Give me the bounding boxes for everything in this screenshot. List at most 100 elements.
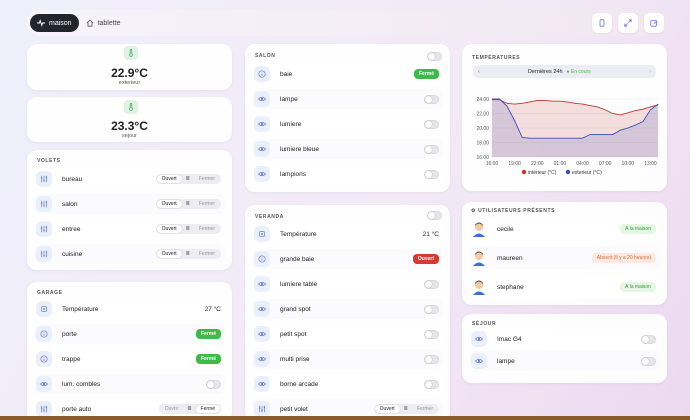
device-row-trappe[interactable]: trappe Fermé	[34, 349, 225, 369]
open-button[interactable]: Ouvert	[374, 405, 400, 413]
user-row[interactable]: cecile A la maison	[469, 218, 660, 240]
fullscreen-button[interactable]	[618, 13, 638, 33]
device-row-lampe[interactable]: lampe	[252, 89, 443, 109]
next-period-button[interactable]: ›	[649, 69, 651, 75]
device-toggle[interactable]	[424, 144, 439, 154]
device-row-borne-arcade[interactable]: borne arcade	[252, 374, 443, 394]
presence-badge: A la maison	[620, 224, 656, 234]
device-row-baie[interactable]: baie Fermé	[252, 64, 443, 84]
device-control	[424, 304, 439, 314]
salon-card: SALON baie Fermé lampe lumiere lumiere bleue…	[245, 44, 450, 192]
top-bar: maison tablette	[27, 10, 667, 36]
data-point	[642, 108, 644, 110]
sensor-icon	[254, 226, 270, 242]
slider-icon	[36, 196, 52, 212]
data-point	[499, 98, 500, 100]
avatar	[471, 221, 487, 237]
close-button[interactable]: Fermer	[412, 405, 438, 413]
stop-button[interactable]: ≣	[182, 200, 194, 208]
device-control	[424, 279, 439, 289]
open-button[interactable]: Ouvert	[156, 225, 182, 233]
open-button[interactable]: Ouvert	[156, 250, 182, 258]
device-row-multi-prise[interactable]: multi prise	[252, 349, 443, 369]
device-control: 27 °C	[205, 306, 221, 313]
device-row-cuisine[interactable]: cuisine Ouvert ≣ Fermer	[34, 244, 225, 264]
open-close-control: Ouvert ≣ Fermer	[155, 199, 221, 209]
device-toggle[interactable]	[424, 354, 439, 364]
device-row-salon[interactable]: salon Ouvert ≣ Fermer	[34, 194, 225, 214]
sensor-card-sejour[interactable]: 23.3°C sejour	[27, 97, 232, 142]
user-status: A la maison	[620, 224, 656, 234]
stop-button[interactable]: ≣	[183, 405, 195, 413]
close-button[interactable]: Fermer	[194, 225, 220, 233]
avatar	[471, 279, 487, 295]
open-button[interactable]: Ouvert	[156, 200, 182, 208]
y-tick-label: 18.00	[476, 141, 489, 147]
device-row-petit-spot[interactable]: petit spot	[252, 324, 443, 344]
open-button[interactable]: Ouvrir	[160, 405, 184, 413]
data-point	[506, 106, 508, 107]
device-row-lumiere-bleue[interactable]: lumiere bleue	[252, 139, 443, 159]
device-label: cuisine	[62, 250, 83, 258]
device-row-imac-g4[interactable]: Imac G4	[469, 329, 660, 349]
veranda-master-toggle[interactable]	[427, 211, 442, 220]
user-status: A la maison	[620, 282, 656, 292]
tab-tablette[interactable]: tablette	[79, 14, 128, 32]
device-toggle[interactable]	[424, 94, 439, 104]
device-row-bureau[interactable]: bureau Ouvert ≣ Fermer	[34, 169, 225, 189]
device-row-lumiere-table[interactable]: lumiere table	[252, 274, 443, 294]
device-row-entree[interactable]: entree Ouvert ≣ Fermer	[34, 219, 225, 239]
presence-badge: A la maison	[620, 282, 656, 292]
data-point	[612, 113, 613, 114]
device-label: bureau	[62, 175, 83, 183]
device-label: porte	[62, 330, 77, 338]
device-toggle[interactable]	[424, 119, 439, 129]
data-point	[521, 103, 523, 104]
tablet-button[interactable]	[592, 13, 612, 33]
temperatures-card: TEMPÉRATURES ‹ Dernières 24h ● En cours …	[462, 44, 667, 191]
user-row[interactable]: stephane A la maison	[469, 276, 660, 298]
close-button[interactable]: Fermer	[194, 250, 220, 258]
user-status: Absent (il y a 20 heures)	[591, 253, 656, 263]
device-row-temp-rature[interactable]: Température 21 °C	[252, 224, 443, 244]
device-row-temp-rature[interactable]: Température 27 °C	[34, 299, 225, 319]
tab-maison[interactable]: maison	[30, 14, 79, 32]
device-row-grand-spot[interactable]: grand spot	[252, 299, 443, 319]
close-button[interactable]: Fermer	[194, 200, 220, 208]
eye-icon	[254, 166, 270, 182]
user-row[interactable]: maureen Absent (il y a 20 heures)	[469, 247, 660, 269]
device-row-lampe[interactable]: lampe	[469, 351, 660, 371]
card-title: ⚙ UTILISATEURS PRÉSENTS	[471, 208, 556, 214]
stop-button[interactable]: ≣	[182, 175, 194, 183]
device-row-lumiere[interactable]: lumiere	[252, 114, 443, 134]
sensor-card-exterieur[interactable]: 22.9°C exterieur	[27, 44, 232, 90]
stop-button[interactable]: ≣	[182, 250, 194, 258]
device-toggle[interactable]	[424, 379, 439, 389]
close-button[interactable]: Fermé	[195, 405, 220, 413]
salon-master-toggle[interactable]	[427, 52, 442, 61]
data-point	[604, 134, 606, 135]
device-row-porte[interactable]: porte Fermé	[34, 324, 225, 344]
device-toggle[interactable]	[206, 379, 221, 389]
device-row-lum-combles[interactable]: lum. combles	[34, 374, 225, 394]
y-tick-label: 22.00	[476, 112, 489, 118]
device-toggle[interactable]	[424, 279, 439, 289]
device-control	[424, 144, 439, 154]
data-point	[529, 137, 530, 139]
device-toggle[interactable]	[641, 334, 656, 344]
stop-button[interactable]: ≣	[400, 405, 412, 413]
stop-button[interactable]: ≣	[182, 225, 194, 233]
close-button[interactable]: Fermer	[194, 175, 220, 183]
open-button[interactable]: Ouvert	[156, 175, 182, 183]
device-toggle[interactable]	[641, 356, 656, 366]
device-toggle[interactable]	[424, 169, 439, 179]
device-row-lampions[interactable]: lampions	[252, 164, 443, 184]
device-toggle[interactable]	[424, 329, 439, 339]
edit-button[interactable]	[644, 13, 664, 33]
home-icon	[86, 19, 94, 27]
data-point	[604, 109, 606, 111]
device-label: trappe	[62, 355, 81, 363]
period-label[interactable]: Dernières 24h	[480, 69, 567, 75]
device-row-grande-baie[interactable]: grande baie Ouvert	[252, 249, 443, 269]
device-toggle[interactable]	[424, 304, 439, 314]
